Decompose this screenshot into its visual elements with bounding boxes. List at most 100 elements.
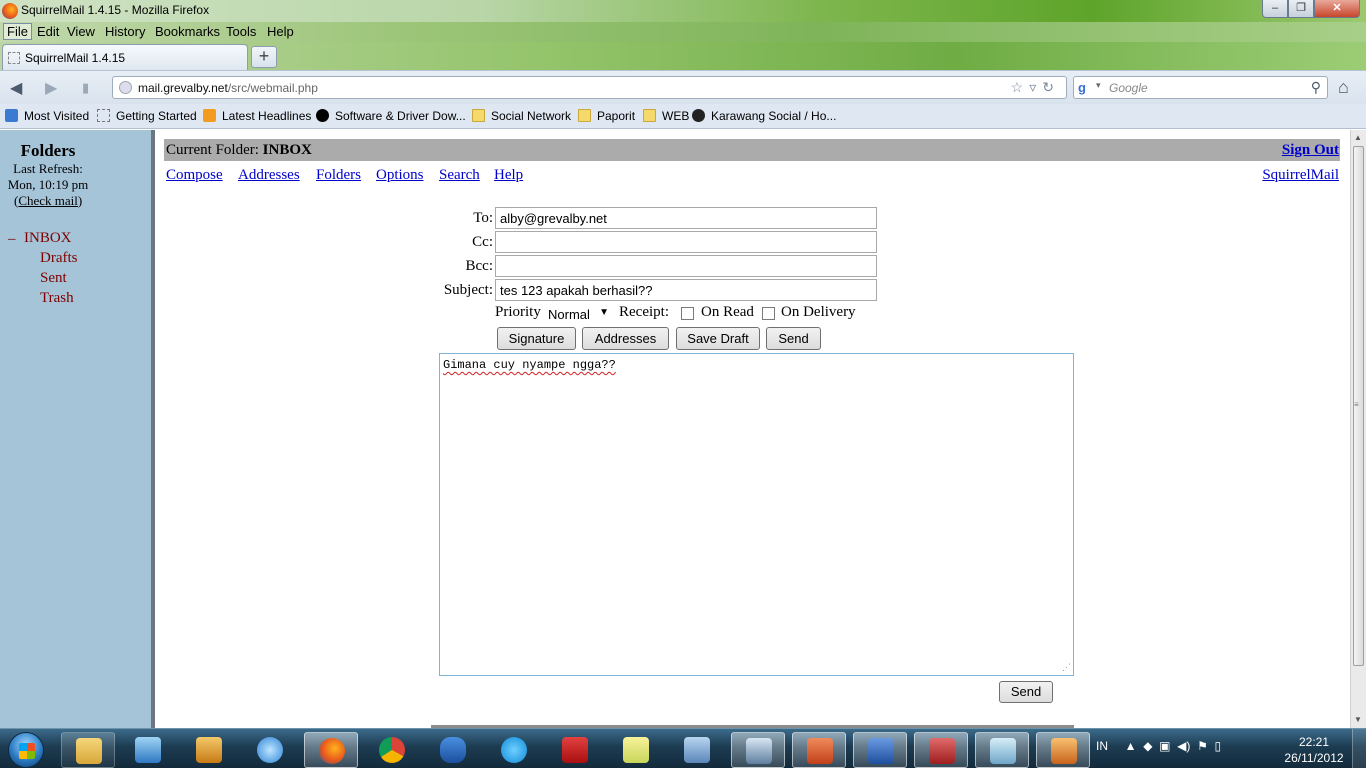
virtualbox-taskbar-button[interactable] (670, 732, 724, 768)
bookmark-label: Paporit (597, 109, 636, 123)
engine-dropdown-icon[interactable]: ▾ (1096, 80, 1101, 91)
collapse-icon[interactable]: – (8, 231, 16, 248)
word-taskbar-button[interactable] (853, 732, 907, 768)
addresses-button[interactable]: Addresses (582, 327, 669, 350)
to-field[interactable]: alby@grevalby.net (495, 207, 877, 229)
scroll-up-icon[interactable]: ▲ (1354, 133, 1362, 142)
priority-value: Normal (548, 307, 590, 322)
minimize-button[interactable]: – (1262, 0, 1288, 18)
menu-history[interactable]: History (102, 24, 148, 39)
bcc-field[interactable] (495, 255, 877, 277)
sticky-notes-icon (623, 737, 649, 763)
explorer-taskbar-button[interactable] (61, 732, 115, 768)
priority-select[interactable]: Normal ▼ (544, 305, 613, 324)
menu-tools[interactable]: Tools (223, 24, 259, 39)
search-input[interactable]: Google (1109, 81, 1148, 95)
power-icon[interactable]: ▯ (1215, 739, 1222, 753)
search-link[interactable]: Search (439, 167, 480, 184)
menu-view[interactable]: View (64, 24, 98, 39)
volume-icon[interactable]: ◀) (1177, 739, 1190, 753)
squirrelmail-link[interactable]: SquirrelMail (1262, 167, 1339, 184)
system-clock[interactable]: 22:21 26/11/2012 (1284, 734, 1344, 766)
connection-tray-icon[interactable]: ▣ (1159, 739, 1170, 753)
menu-help[interactable]: Help (264, 24, 297, 39)
start-button[interactable] (8, 732, 44, 768)
save-draft-button[interactable]: Save Draft (676, 327, 760, 350)
folders-sidebar: Folders Last Refresh: Mon, 10:19 pm (Che… (0, 130, 151, 728)
media-player-taskbar-button[interactable] (121, 732, 175, 768)
send-button-bottom[interactable]: Send (999, 681, 1053, 703)
skype-taskbar-button[interactable] (487, 732, 541, 768)
bookmark-social-network[interactable]: Social Network (472, 109, 571, 123)
folder-drafts[interactable]: Drafts (40, 250, 78, 267)
network-tray-icon[interactable]: ◆ (1143, 739, 1152, 753)
menu-file[interactable]: File (3, 23, 32, 40)
acrobat-taskbar-button[interactable] (548, 732, 602, 768)
show-desktop-button[interactable] (1352, 729, 1366, 768)
back-icon[interactable]: ◀ (10, 78, 22, 98)
bookmark-most-visited[interactable]: Most Visited (5, 109, 89, 123)
url-path: /src/webmail.php (227, 81, 318, 95)
help-link[interactable]: Help (494, 167, 523, 184)
cc-field[interactable] (495, 231, 877, 253)
on-read-checkbox[interactable] (681, 307, 694, 320)
menu-bookmarks[interactable]: Bookmarks (152, 24, 223, 39)
forward-icon[interactable]: ▶ (45, 78, 57, 98)
folder-trash[interactable]: Trash (40, 290, 74, 307)
home-icon[interactable]: ⌂ (1338, 77, 1349, 98)
site-identity-icon[interactable] (119, 81, 132, 94)
folder-sent[interactable]: Sent (40, 270, 67, 287)
maximize-button[interactable]: ❐ (1288, 0, 1314, 18)
google-engine-icon[interactable]: g (1078, 80, 1094, 96)
search-bar[interactable]: g ▾ Google ⚲ (1073, 76, 1328, 99)
tool-taskbar-button[interactable] (975, 732, 1029, 768)
control-panel-taskbar-button[interactable] (1036, 732, 1090, 768)
bookmark-web[interactable]: WEB (643, 109, 689, 123)
message-body-textarea[interactable]: Gimana cuy nyampe ngga?? ⋰ (439, 353, 1074, 676)
bluetooth-taskbar-button[interactable] (426, 732, 480, 768)
tab-squirrelmail[interactable]: SquirrelMail 1.4.15 (2, 44, 248, 70)
folders-link[interactable]: Folders (316, 167, 361, 184)
close-button[interactable]: ✕ (1314, 0, 1360, 18)
bookmark-karawang-social[interactable]: Karawang Social / Ho... (692, 109, 836, 123)
bookmark-paporit[interactable]: Paporit (578, 109, 635, 123)
bookmark-star-icon[interactable]: ☆ (1011, 79, 1030, 95)
winamp-taskbar-button[interactable] (182, 732, 236, 768)
internet-explorer-taskbar-button[interactable] (243, 732, 297, 768)
scroll-down-icon[interactable]: ▼ (1354, 715, 1362, 724)
action-center-flag-icon[interactable]: ⚑ (1197, 739, 1208, 753)
system-tray: IN ▲ ◆ ▣ ◀) ⚑ ▯ (1096, 739, 1221, 753)
paint-taskbar-button[interactable] (914, 732, 968, 768)
bookmark-latest-headlines[interactable]: Latest Headlines (203, 109, 311, 123)
subject-field[interactable]: tes 123 apakah berhasil?? (495, 279, 877, 301)
search-icon[interactable]: ⚲ (1311, 79, 1321, 96)
new-tab-button[interactable]: + (251, 46, 277, 68)
window-title-bar[interactable]: SquirrelMail 1.4.15 - Mozilla Firefox – … (0, 0, 1366, 22)
chevron-down-icon: ▼ (599, 307, 609, 318)
notes-taskbar-button[interactable] (609, 732, 663, 768)
language-indicator[interactable]: IN (1096, 739, 1108, 753)
network-taskbar-button[interactable] (731, 732, 785, 768)
url-text[interactable]: mail.grevalby.net/src/webmail.php (138, 81, 318, 95)
reload-icon[interactable]: ↻ (1042, 79, 1060, 95)
chrome-taskbar-button[interactable] (365, 732, 419, 768)
send-button[interactable]: Send (766, 327, 821, 350)
page-scrollbar[interactable]: ▲ ≡ ▼ (1350, 130, 1366, 728)
on-delivery-checkbox[interactable] (762, 307, 775, 320)
bookmark-getting-started[interactable]: Getting Started (97, 109, 197, 123)
check-mail-link[interactable]: Check mail (18, 193, 78, 208)
signature-button[interactable]: Signature (497, 327, 576, 350)
firefox-taskbar-button[interactable] (304, 732, 358, 768)
sign-out-link[interactable]: Sign Out (1282, 142, 1339, 159)
compose-link[interactable]: Compose (166, 167, 223, 184)
addresses-link[interactable]: Addresses (238, 167, 300, 184)
bookmark-software-driver[interactable]: Software & Driver Dow... (316, 109, 466, 123)
menu-edit[interactable]: Edit (34, 24, 62, 39)
tray-expand-icon[interactable]: ▲ (1125, 739, 1137, 753)
history-dropdown-icon[interactable]: ▿ (1029, 79, 1042, 95)
url-bar[interactable]: mail.grevalby.net/src/webmail.php ☆▿↻ (112, 76, 1067, 99)
resize-grip-icon[interactable]: ⋰ (1062, 663, 1071, 673)
powerpoint-taskbar-button[interactable] (792, 732, 846, 768)
folder-inbox[interactable]: INBOX (24, 230, 72, 247)
options-link[interactable]: Options (376, 167, 424, 184)
